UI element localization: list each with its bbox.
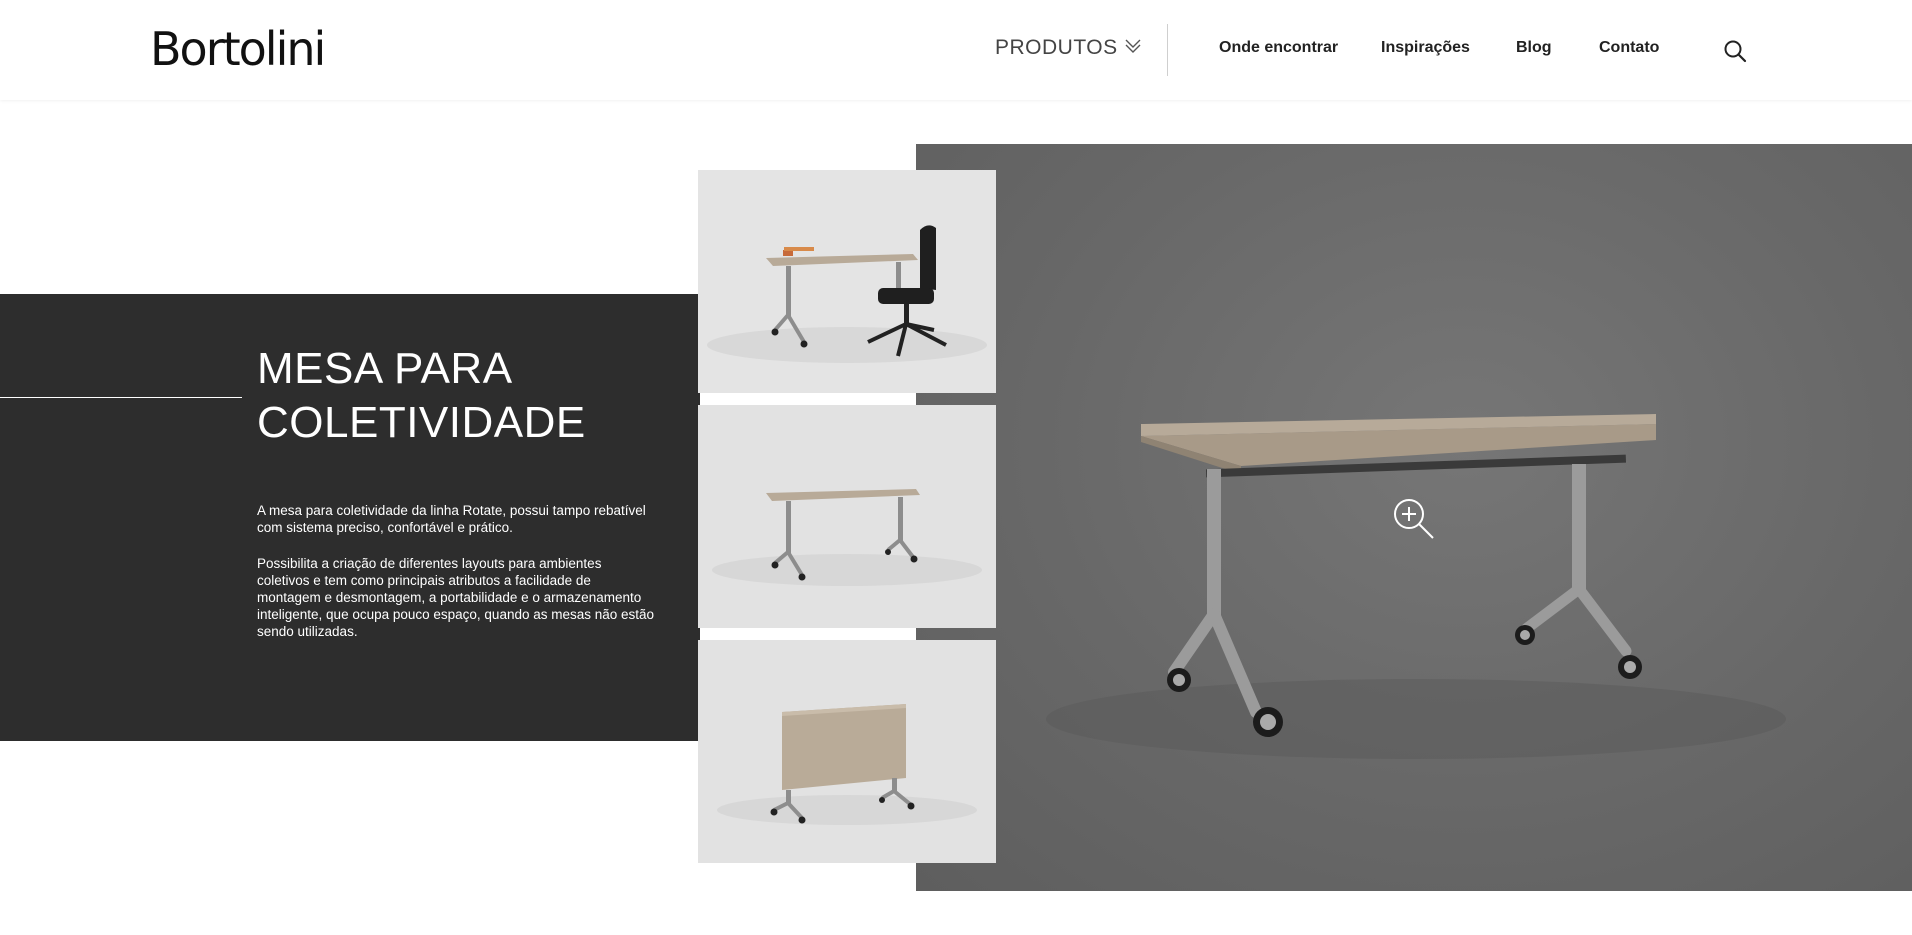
product-description: A mesa para coletividade da linha Rotate… <box>257 502 657 659</box>
nav-link-where-to-find[interactable]: Onde encontrar <box>1219 39 1338 57</box>
nav-products-dropdown[interactable]: PRODUTOS <box>995 36 1142 60</box>
chevron-down-icon <box>1124 36 1142 60</box>
site-header: Bortolini PRODUTOS Onde encontrar Inspir… <box>0 0 1912 100</box>
description-paragraph-1: A mesa para coletividade da linha Rotate… <box>257 503 646 535</box>
nav-link-contact[interactable]: Contato <box>1599 39 1659 57</box>
thumbnail-table-folded[interactable] <box>698 640 996 863</box>
product-title-line1: MESA PARA <box>257 344 513 393</box>
product-title-line2: COLETIVIDADE <box>257 398 586 447</box>
product-title: MESA PARA COLETIVIDADE <box>257 342 586 450</box>
brand-logo[interactable]: Bortolini <box>150 22 326 76</box>
title-accent-line <box>0 397 242 398</box>
product-info-panel: MESA PARA COLETIVIDADE A mesa para colet… <box>0 294 700 741</box>
nav-link-inspirations[interactable]: Inspirações <box>1381 39 1470 57</box>
thumbnail-table-with-chair[interactable] <box>698 170 996 393</box>
search-icon[interactable] <box>1722 38 1748 64</box>
nav-products-label: PRODUTOS <box>995 36 1118 59</box>
nav-link-blog[interactable]: Blog <box>1516 39 1552 57</box>
zoom-in-icon[interactable] <box>1391 496 1437 542</box>
nav-divider <box>1167 24 1168 76</box>
thumbnail-table-front[interactable] <box>698 405 996 628</box>
description-paragraph-2: Possibilita a criação de diferentes layo… <box>257 556 655 639</box>
